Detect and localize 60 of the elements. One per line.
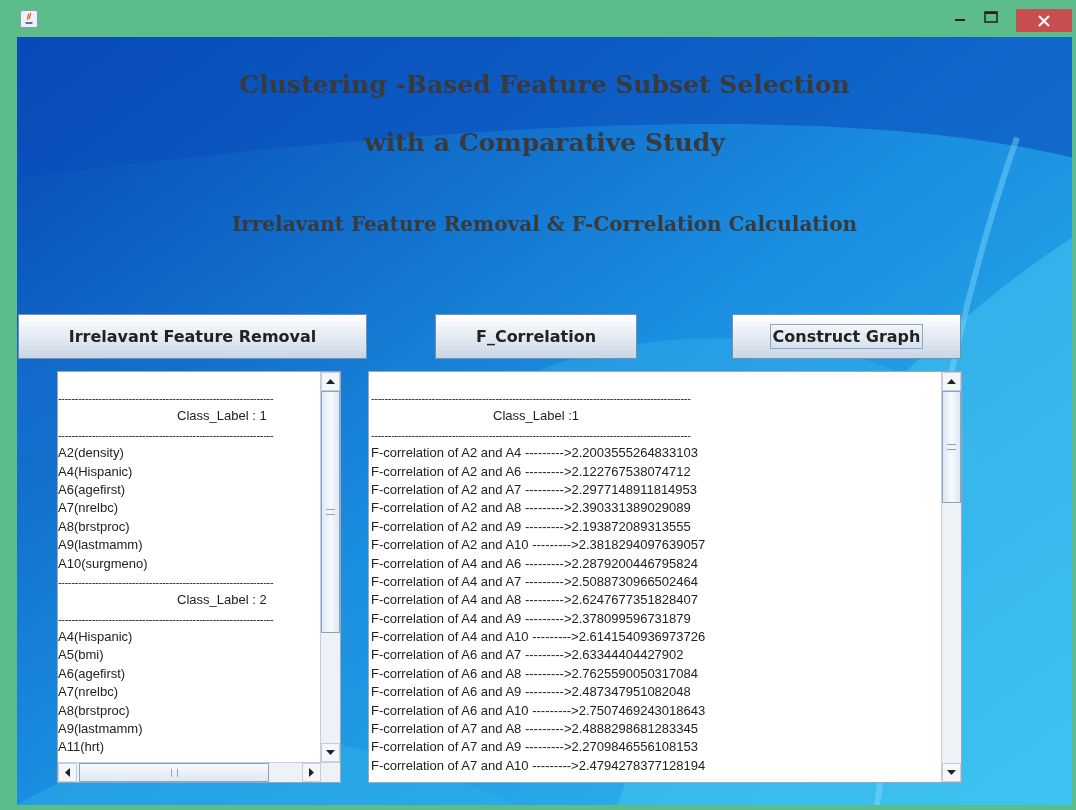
vertical-scrollbar[interactable] <box>941 372 961 782</box>
vertical-scrollbar[interactable] <box>320 372 340 762</box>
list-line: A7(nrelbc) <box>58 499 119 518</box>
list-line: A7(nrelbc) <box>58 683 119 702</box>
list-line: F-correlation of A2 and A6 --------->2.122767538074712 <box>371 462 692 481</box>
list-line: F-correlation of A7 and A8 --------->2.4888298681283345 <box>371 720 699 739</box>
list-line: A8(brstproc) <box>58 701 131 720</box>
maximize-icon[interactable] <box>984 11 998 23</box>
list-line: A6(agefirst) <box>58 480 127 499</box>
down-arrow-icon[interactable] <box>947 770 956 775</box>
list-line: A6(agefirst) <box>58 664 127 683</box>
separator-line: ---------------------------------------------------------------- <box>58 611 275 627</box>
list-line: A2(density) <box>58 444 125 463</box>
close-button[interactable] <box>1016 9 1072 32</box>
list-line: F-correlation of A2 and A7 --------->2.2977148911814953 <box>371 480 699 499</box>
separator-line: ----------------------------------------------------------------------------------------------- <box>371 391 692 406</box>
class-label-heading: Class_Label : 1 <box>176 407 268 426</box>
list-line: F-correlation of A7 and A9 --------->2.2709846556108153 <box>371 738 699 757</box>
list-line: F-correlation of A4 and A10 --------->2.6141540936973726 <box>371 628 707 647</box>
action-button[interactable]: F_Correlation <box>435 314 637 359</box>
java-app-icon <box>20 10 38 28</box>
list-line: F-correlation of A2 and A8 --------->2.390331389029089 <box>371 499 692 518</box>
list-line: A11(hrt) <box>58 738 105 757</box>
close-icon <box>1038 14 1050 27</box>
class-label-heading: Class_Label : 2 <box>176 591 268 610</box>
separator-line: ---------------------------------------------------------------- <box>58 427 275 443</box>
list-line: A4(Hispanic) <box>58 462 134 481</box>
list-line: F-correlation of A4 and A6 --------->2.2879200446795824 <box>371 554 699 573</box>
list-line: F-correlation of A4 and A7 --------->2.5088730966502464 <box>371 572 699 591</box>
list-line: F-correlation of A2 and A9 --------->2.193872089313555 <box>371 517 692 536</box>
list-line: A9(lastmamm) <box>58 536 144 555</box>
list-line: A5(bmi) <box>58 646 105 665</box>
list-line: F-correlation of A4 and A9 --------->2.378099596731879 <box>371 609 692 628</box>
list-line: A8(brstproc) <box>58 517 131 536</box>
separator-line: ----------------------------------------------------------------------------------------------- <box>371 427 692 443</box>
up-arrow-icon[interactable] <box>326 379 335 384</box>
up-arrow-icon[interactable] <box>947 379 956 384</box>
separator-line: ---------------------------------------------------------------- <box>58 574 275 590</box>
separator-line: ---------------------------------------------------------------- <box>58 391 275 406</box>
list-line: F-correlation of A6 and A9 --------->2.487347951082048 <box>371 683 692 702</box>
list-line: F-correlation of A6 and A8 --------->2.7625590050317084 <box>371 664 699 683</box>
list-line: F-correlation of A7 and A10 --------->2.4794278377128194 <box>371 756 707 775</box>
list-line: F-correlation of A2 and A4 --------->2.2003555264833103 <box>371 444 699 463</box>
list-line: F-correlation of A6 and A7 --------->2.63344404427902 <box>371 646 685 665</box>
section-title: Irrelavant Feature Removal & F-Correlation Calculation <box>231 212 858 236</box>
list-line: F-correlation of A2 and A10 --------->2.3818294097639057 <box>371 536 707 555</box>
action-button[interactable]: Construct Graph <box>732 314 961 359</box>
list-line: A4(Hispanic) <box>58 628 134 647</box>
horizontal-scrollbar[interactable] <box>58 762 340 782</box>
list-line: A9(lastmamm) <box>58 720 144 739</box>
text-area[interactable] <box>368 371 962 783</box>
text-area[interactable] <box>57 371 341 783</box>
left-arrow-icon[interactable] <box>65 768 70 777</box>
list-line: A10(surgmeno) <box>58 554 149 573</box>
down-arrow-icon[interactable] <box>326 750 335 755</box>
class-label-heading: Class_Label :1 <box>492 407 580 426</box>
list-line: F-correlation of A6 and A10 --------->2.7507469243018643 <box>371 701 707 720</box>
action-button[interactable]: Irrelavant Feature Removal <box>18 314 367 359</box>
right-arrow-icon[interactable] <box>309 768 314 777</box>
list-line: F-correlation of A4 and A8 --------->2.6247677351828407 <box>371 591 699 610</box>
